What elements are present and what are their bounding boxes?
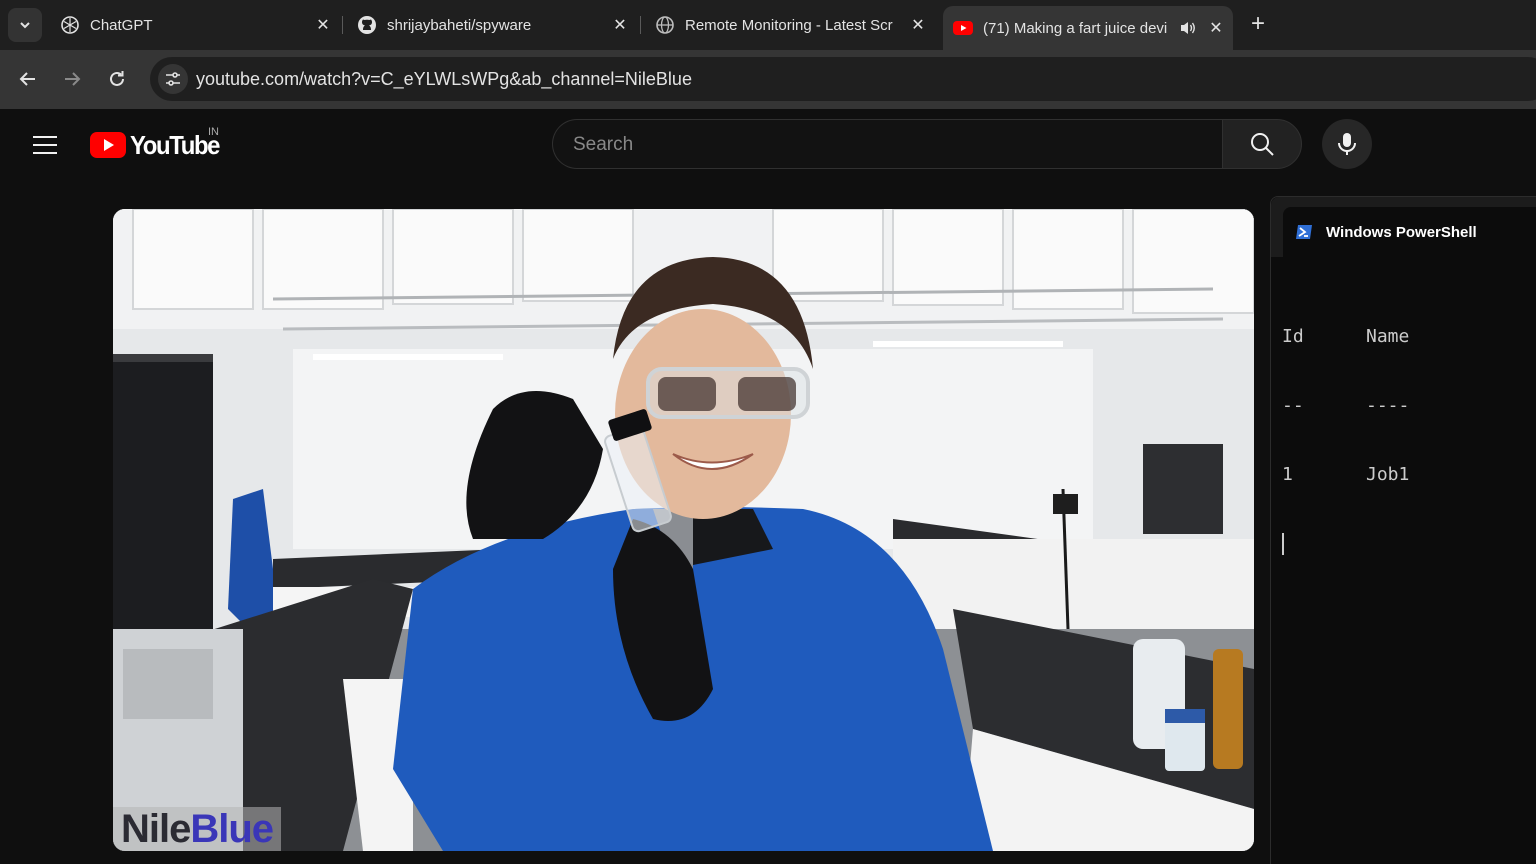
arrow-left-icon (19, 72, 35, 86)
guide-menu-button[interactable] (26, 126, 64, 164)
youtube-logo[interactable]: YouTube (90, 129, 227, 161)
hamburger-icon-line (33, 136, 57, 138)
prompt-row (1282, 532, 1409, 555)
tab-youtube-active[interactable]: (71) Making a fart juice devi ✕ (943, 6, 1233, 50)
video-frame-lab-scene (113, 209, 1254, 851)
search-input[interactable] (573, 132, 1193, 158)
video-player[interactable]: Nile Blue (113, 209, 1254, 851)
search-button[interactable] (1222, 119, 1302, 169)
close-tab-icon[interactable]: ✕ (312, 14, 334, 36)
close-tab-icon[interactable]: ✕ (1205, 17, 1227, 39)
search-icon (1251, 133, 1274, 156)
reload-icon (110, 71, 124, 86)
chatgpt-icon (60, 15, 80, 35)
globe-icon (655, 15, 675, 35)
column-header-name: Name (1366, 326, 1410, 347)
table-underline-row: -- ---- (1282, 394, 1409, 417)
address-bar[interactable]: youtube.com/watch?v=C_eYLWLsWPg&ab_chann… (150, 57, 1536, 101)
powershell-tab[interactable]: Windows PowerShell (1283, 207, 1536, 257)
cell-id: 1 (1282, 464, 1293, 485)
tab-title: ChatGPT (90, 16, 153, 34)
tab-search-button[interactable] (8, 8, 42, 42)
column-underline-id: -- (1282, 395, 1304, 416)
microphone-icon (1338, 133, 1356, 155)
arrow-right-icon (65, 72, 81, 86)
tab-remote-monitoring[interactable]: Remote Monitoring - Latest Scr ✕ (645, 8, 935, 42)
browser-tab-strip: ChatGPT ✕ shrijaybaheti/spyware ✕ Remote… (0, 0, 1536, 50)
speaker-icon[interactable] (1179, 20, 1197, 36)
logo-text: YouTube (130, 129, 220, 160)
tab-title: Remote Monitoring - Latest Scr (685, 16, 893, 34)
github-icon (357, 15, 377, 35)
close-tab-icon[interactable]: ✕ (907, 14, 929, 36)
tab-title: shrijaybaheti/spyware (387, 16, 532, 34)
youtube-masthead: YouTube IN (0, 109, 1536, 181)
powershell-window[interactable]: Windows PowerShell Id Name -- ---- 1 Job… (1270, 196, 1536, 864)
site-info-button[interactable] (158, 64, 188, 94)
powershell-icon (1296, 225, 1312, 239)
voice-search-button[interactable] (1322, 119, 1372, 169)
watermark-text-part1: Nile (121, 806, 191, 851)
tab-chatgpt[interactable]: ChatGPT ✕ (50, 8, 340, 42)
search-box[interactable] (552, 119, 1223, 169)
new-tab-button[interactable]: + (1246, 12, 1270, 37)
url-text: youtube.com/watch?v=C_eYLWLsWPg&ab_chann… (196, 69, 692, 89)
tab-title: (71) Making a fart juice devi (983, 19, 1168, 37)
table-row: 1 Job1 (1282, 463, 1409, 486)
close-tab-icon[interactable]: ✕ (609, 14, 631, 36)
reload-button[interactable] (100, 62, 134, 96)
youtube-play-icon (90, 132, 126, 158)
country-code: IN (208, 126, 219, 138)
youtube-icon (953, 18, 973, 38)
tab-separator (342, 16, 343, 34)
back-button[interactable] (11, 62, 45, 96)
powershell-titlebar[interactable]: Windows PowerShell (1271, 197, 1536, 257)
browser-toolbar: youtube.com/watch?v=C_eYLWLsWPg&ab_chann… (0, 50, 1536, 109)
chevron-down-icon (20, 22, 30, 29)
cell-name: Job1 (1366, 464, 1410, 485)
table-header-row: Id Name (1282, 325, 1409, 348)
powershell-console[interactable]: Id Name -- ---- 1 Job1 (1282, 279, 1409, 601)
channel-watermark: Nile Blue (113, 806, 282, 851)
powershell-title: Windows PowerShell (1326, 223, 1477, 241)
tune-icon (166, 72, 180, 86)
watermark-text-part2: Blue (190, 806, 274, 851)
hamburger-icon-line (33, 144, 57, 146)
tab-separator (640, 16, 641, 34)
column-underline-name: ---- (1366, 395, 1410, 416)
forward-button[interactable] (55, 62, 89, 96)
text-cursor (1282, 533, 1284, 555)
column-header-id: Id (1282, 326, 1304, 347)
tab-github[interactable]: shrijaybaheti/spyware ✕ (347, 8, 637, 42)
hamburger-icon-line (33, 152, 57, 154)
